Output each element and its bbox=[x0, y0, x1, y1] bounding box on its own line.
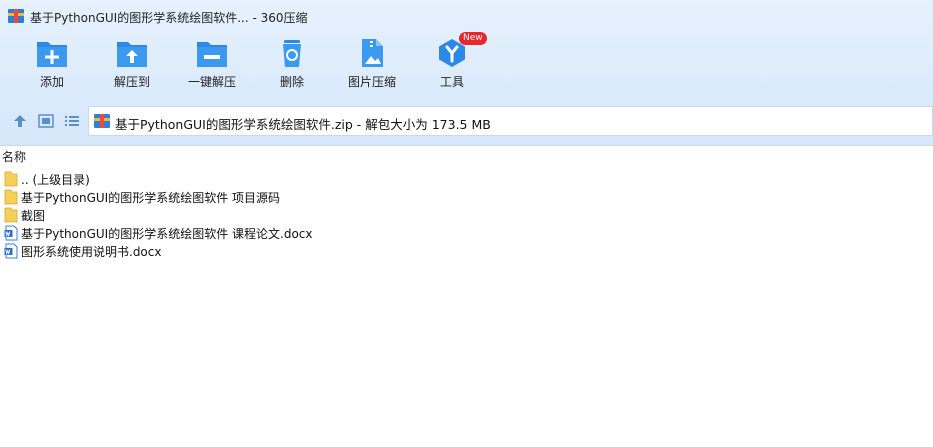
column-header-name[interactable]: 名称 bbox=[2, 148, 26, 165]
word-document-icon bbox=[4, 243, 18, 259]
one-click-extract-label: 一键解压 bbox=[187, 75, 236, 89]
image-compress-label: 图片压缩 bbox=[347, 75, 396, 89]
thumbnail-view-icon[interactable] bbox=[38, 113, 54, 129]
list-item-label: 基于PythonGUI的图形学系统绘图软件 课程论文.docx bbox=[21, 227, 313, 241]
one-click-extract-button[interactable]: 一键解压 bbox=[172, 38, 252, 98]
list-view-icon[interactable] bbox=[64, 113, 80, 129]
list-item[interactable]: 截图 bbox=[0, 206, 933, 224]
word-document-icon bbox=[4, 225, 18, 241]
archive-app-icon bbox=[8, 9, 24, 23]
zip-file-icon bbox=[94, 114, 110, 128]
delete-label: 删除 bbox=[279, 75, 304, 89]
image-compress-icon bbox=[362, 39, 383, 67]
list-item-parent-dir[interactable]: .. (上级目录) bbox=[0, 170, 933, 188]
new-badge: New bbox=[459, 32, 487, 45]
list-item-label: .. (上级目录) bbox=[21, 173, 90, 187]
list-item-label: 截图 bbox=[21, 209, 46, 223]
window-title: 基于PythonGUI的图形学系统绘图软件... - 360压缩 bbox=[30, 11, 308, 25]
path-bar[interactable]: 基于PythonGUI的图形学系统绘图软件.zip - 解包大小为 173.5 … bbox=[88, 106, 933, 136]
list-item[interactable]: 基于PythonGUI的图形学系统绘图软件 课程论文.docx bbox=[0, 224, 933, 242]
list-item[interactable]: 基于PythonGUI的图形学系统绘图软件 项目源码 bbox=[0, 188, 933, 206]
list-item-label: 基于PythonGUI的图形学系统绘图软件 项目源码 bbox=[21, 191, 281, 205]
delete-icon bbox=[283, 40, 301, 67]
tools-label: 工具 bbox=[439, 75, 464, 89]
add-button[interactable]: 添加 bbox=[12, 38, 92, 98]
list-item[interactable]: 图形系统使用说明书.docx bbox=[0, 242, 933, 260]
delete-button[interactable]: 删除 bbox=[252, 38, 332, 98]
folder-icon bbox=[4, 189, 18, 205]
toolbar: 添加 解压到 一键解压 删除 图片压缩 New 工具 bbox=[0, 32, 933, 100]
extract-to-label: 解压到 bbox=[113, 75, 150, 89]
path-text: 基于PythonGUI的图形学系统绘图软件.zip - 解包大小为 173.5 … bbox=[115, 117, 491, 132]
tools-button[interactable]: New 工具 bbox=[412, 32, 492, 98]
add-label: 添加 bbox=[39, 75, 64, 89]
file-list: .. (上级目录) 基于PythonGUI的图形学系统绘图软件 项目源码 截图 … bbox=[0, 170, 933, 260]
extract-to-icon bbox=[117, 42, 147, 67]
extract-to-button[interactable]: 解压到 bbox=[92, 38, 172, 98]
title-bar: 基于PythonGUI的图形学系统绘图软件... - 360压缩 bbox=[0, 0, 933, 34]
folder-icon bbox=[4, 171, 18, 187]
one-click-extract-icon bbox=[197, 42, 227, 67]
top-area: 基于PythonGUI的图形学系统绘图软件... - 360压缩 添加 解压到 bbox=[0, 0, 933, 146]
image-compress-button[interactable]: 图片压缩 bbox=[332, 38, 412, 98]
folder-icon bbox=[4, 207, 18, 223]
up-arrow-icon[interactable] bbox=[12, 113, 28, 129]
add-icon bbox=[37, 42, 67, 67]
list-item-label: 图形系统使用说明书.docx bbox=[21, 245, 162, 259]
